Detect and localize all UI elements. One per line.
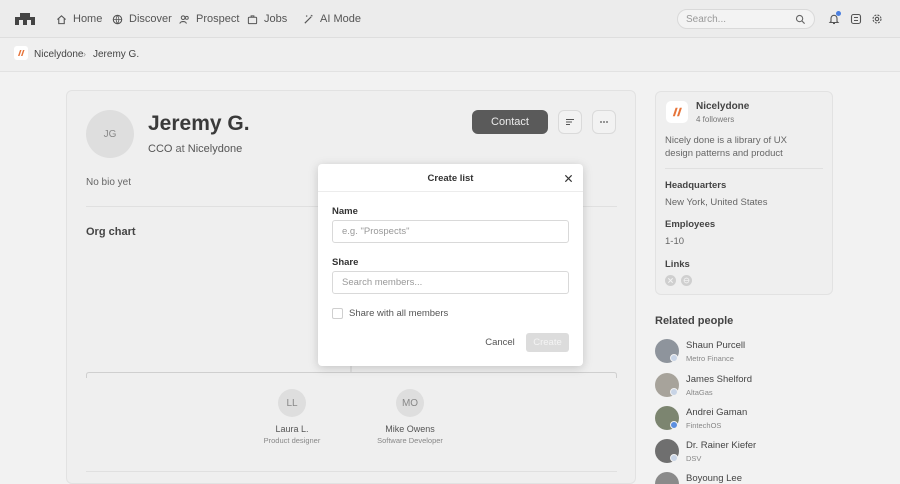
create-button[interactable]: Create [526,333,569,352]
share-field-label: Share [332,257,359,268]
cancel-button[interactable]: Cancel [480,333,520,352]
modal-header: Create list [318,164,583,192]
share-members-input[interactable] [332,271,569,294]
share-all-label[interactable]: Share with all members [349,308,448,319]
name-field-label: Name [332,206,358,217]
close-button[interactable] [562,172,574,184]
share-all-row[interactable]: Share with all members [332,308,448,319]
modal-title: Create list [427,173,474,184]
share-all-checkbox[interactable] [332,308,343,319]
list-name-input[interactable] [332,220,569,243]
create-list-modal: Create list Name Share Share with all me… [318,164,583,366]
close-icon [564,174,572,182]
